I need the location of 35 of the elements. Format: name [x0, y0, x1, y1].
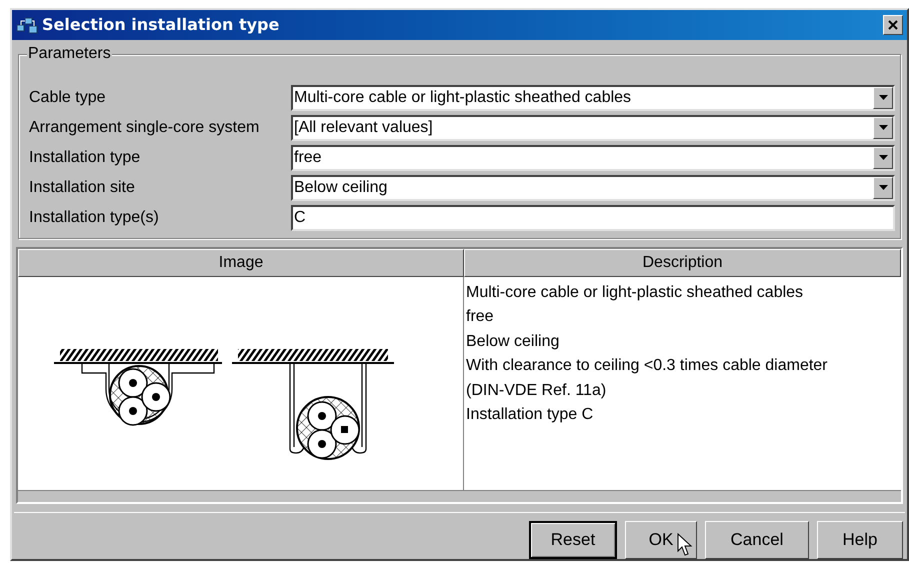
- column-header: Description: [464, 248, 901, 277]
- close-button[interactable]: [883, 14, 903, 35]
- dropdown-arrow-button[interactable]: [873, 146, 893, 169]
- description-line: With clearance to ceiling <0.3 times cable diameter: [466, 356, 829, 376]
- dialog-button[interactable]: Help: [817, 521, 903, 559]
- network-icon: [16, 16, 38, 34]
- dropdown[interactable]: Multi-core cable or light-plastic sheathed cables: [291, 84, 895, 111]
- caret-icon: [878, 155, 888, 160]
- dropdown-arrow-button[interactable]: [873, 176, 893, 199]
- input-field[interactable]: C: [291, 204, 895, 231]
- description-line: Multi-core cable or light-plastic sheathed cables: [466, 282, 804, 303]
- window-title: Selection installation type: [42, 14, 280, 36]
- caret-icon: [878, 95, 888, 100]
- dialog-button[interactable]: Reset: [529, 521, 617, 559]
- dialog-button[interactable]: Cancel: [705, 521, 809, 559]
- field-label: Arrangement single-core system: [29, 118, 260, 138]
- field-label: Installation site: [29, 178, 136, 198]
- field-label: Installation type: [29, 148, 142, 168]
- cursor-icon: [677, 533, 693, 557]
- dropdown-arrow-button[interactable]: [873, 86, 893, 109]
- dropdown-arrow-button[interactable]: [873, 116, 893, 139]
- caret-icon: [878, 125, 888, 130]
- description-line: Installation type C: [466, 405, 594, 426]
- dropdown[interactable]: free: [291, 144, 895, 171]
- description-line: (DIN-VDE Ref. 11a): [466, 380, 608, 401]
- column-header: Image: [18, 248, 464, 277]
- field-label: Installation type(s): [29, 208, 160, 228]
- field-label: Cable type: [29, 88, 106, 108]
- caret-icon: [878, 185, 888, 190]
- dropdown[interactable]: [All relevant values]: [291, 114, 895, 141]
- dialog-button[interactable]: OK: [625, 521, 697, 559]
- description-line: free: [466, 307, 495, 328]
- description-line: Below ceiling: [466, 332, 560, 352]
- close-icon: [888, 20, 898, 30]
- dropdown[interactable]: Below ceiling: [291, 174, 895, 201]
